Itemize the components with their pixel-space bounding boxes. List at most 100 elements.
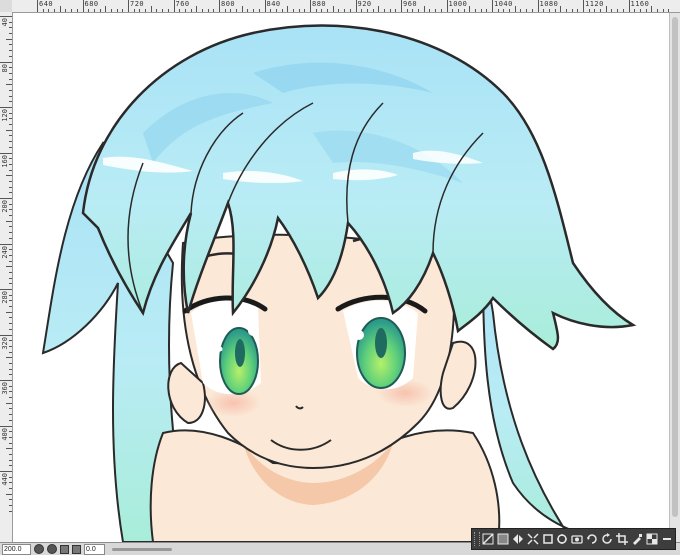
ruler-minor-tick (253, 9, 255, 12)
ruler-minor-tick (526, 9, 528, 12)
ruler-minor-tick (9, 340, 12, 342)
rotate-icon[interactable] (541, 532, 554, 546)
ruler-minor-tick (560, 6, 562, 12)
ruler-label: 320 (1, 336, 9, 350)
rotation-field[interactable]: 0.0 (84, 543, 105, 555)
ruler-minor-tick (622, 9, 624, 12)
ruler-minor-tick (577, 9, 579, 12)
ruler-minor-tick (9, 323, 12, 325)
ruler-label: 960 (403, 0, 418, 8)
ruler-minor-tick (42, 9, 44, 12)
ruler-minor-tick (617, 9, 619, 12)
ruler-minor-tick (452, 9, 454, 12)
ruler-minor-tick (9, 180, 12, 182)
ruler-minor-tick (9, 317, 12, 319)
minimize-icon[interactable] (660, 532, 673, 546)
fit-icon[interactable] (60, 544, 69, 554)
ruler-minor-tick (338, 9, 340, 12)
ruler-minor-tick (105, 6, 107, 12)
ruler-major-tick (0, 152, 12, 154)
zoom-in-icon[interactable] (586, 532, 599, 546)
ruler-minor-tick (275, 9, 277, 12)
ruler-minor-tick (372, 9, 374, 12)
navigator-icon[interactable] (482, 532, 495, 546)
ruler-minor-tick (270, 9, 272, 12)
ruler-minor-tick (145, 9, 147, 12)
ruler-label: 360 (1, 382, 9, 395)
ruler-minor-tick (503, 9, 505, 12)
ruler-minor-tick (605, 6, 607, 12)
ruler-minor-tick (76, 9, 78, 12)
ruler-minor-tick (514, 6, 516, 12)
canvas-toolbar (471, 528, 676, 550)
ruler-minor-tick (292, 9, 294, 12)
flip-horizontal-icon[interactable] (511, 532, 524, 546)
zoom-field[interactable]: 200.0 (2, 543, 31, 555)
ruler-major-tick (401, 0, 402, 12)
ruler-minor-tick (9, 209, 12, 211)
ruler-minor-tick (9, 192, 12, 194)
ruler-label: 120 (1, 109, 9, 122)
ruler-minor-tick (201, 9, 203, 12)
fit-screen-icon[interactable] (526, 532, 539, 546)
ruler-minor-tick (213, 9, 215, 12)
ruler-minor-tick (9, 328, 12, 330)
ruler-minor-tick (224, 9, 226, 12)
ruler-minor-tick (9, 112, 12, 114)
ruler-major-tick (628, 0, 630, 12)
ruler-minor-tick (435, 9, 437, 12)
grayscale-icon[interactable] (497, 532, 510, 546)
ruler-minor-tick (9, 67, 12, 69)
ruler-minor-tick (9, 44, 12, 46)
ruler-minor-tick (116, 9, 118, 12)
ruler-minor-tick (480, 9, 482, 12)
ruler-minor-tick (588, 9, 590, 12)
ruler-minor-tick (429, 9, 431, 12)
ruler-minor-tick (6, 175, 12, 177)
ruler-major-tick (0, 425, 12, 427)
ruler-minor-tick (9, 135, 12, 137)
ruler-major-tick (37, 0, 38, 12)
ruler-label: 720 (130, 0, 145, 8)
ruler-minor-tick (71, 9, 73, 12)
ruler-minor-tick (651, 6, 653, 12)
reset-view-icon[interactable] (601, 532, 614, 546)
brush-preview-icon[interactable] (630, 532, 643, 546)
ruler-minor-tick (99, 9, 101, 12)
ruler-minor-tick (9, 414, 12, 416)
zoom-out-icon[interactable] (34, 544, 44, 554)
ruler-major-tick (446, 0, 448, 12)
scrollbar-thumb[interactable] (672, 17, 678, 517)
zoom-in-icon[interactable] (47, 544, 57, 554)
ruler-minor-tick (9, 203, 12, 205)
actual-size-icon[interactable] (556, 532, 569, 546)
vertical-scrollbar[interactable] (669, 13, 680, 542)
ruler-minor-tick (6, 220, 12, 222)
toolbar-grip[interactable] (474, 532, 480, 546)
rotation-slider[interactable] (112, 547, 172, 551)
ruler-minor-tick (9, 459, 12, 461)
ruler-minor-tick (486, 9, 488, 12)
ruler-major-tick (0, 289, 12, 290)
ruler-minor-tick (9, 158, 12, 160)
ruler-label: 840 (266, 0, 281, 8)
ruler-minor-tick (423, 6, 425, 12)
ruler-minor-tick (474, 9, 476, 12)
checker-icon[interactable] (645, 532, 658, 546)
ruler-minor-tick (9, 351, 12, 353)
zoom-out-icon[interactable] (571, 532, 584, 546)
ruler-minor-tick (406, 9, 408, 12)
ruler-minor-tick (315, 9, 317, 12)
ruler-minor-tick (6, 448, 12, 450)
crop-icon[interactable] (615, 532, 629, 546)
ruler-label: 240 (1, 245, 9, 259)
ruler-minor-tick (9, 391, 12, 393)
ruler-minor-tick (9, 294, 12, 296)
drawing-canvas[interactable] (13, 13, 669, 542)
ruler-major-tick (0, 243, 12, 245)
actual-size-icon[interactable] (72, 544, 81, 554)
ruler-minor-tick (463, 9, 465, 12)
ruler-minor-tick (9, 226, 12, 228)
ruler-minor-tick (639, 9, 641, 12)
ruler-minor-tick (9, 368, 12, 370)
